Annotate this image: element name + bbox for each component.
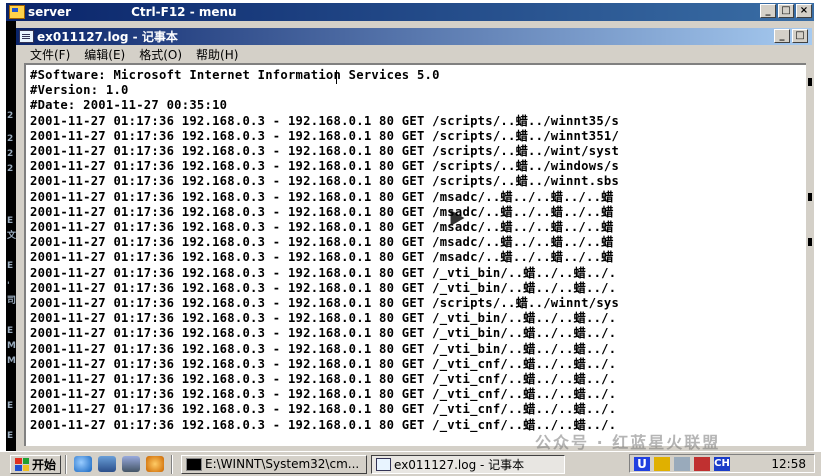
log-header-line: #Version: 1.0 — [30, 83, 129, 98]
outer-window-title-bar[interactable]: server Ctrl-F12 - menu _ □ × — [6, 3, 814, 21]
log-line: 2001-11-27 01:17:36 192.168.0.3 - 192.16… — [30, 144, 620, 158]
log-line: 2001-11-27 01:17:36 192.168.0.3 - 192.16… — [30, 265, 617, 280]
watermark-text: 公众号 · 红蓝星火联盟 — [535, 433, 721, 452]
edge-mark — [808, 238, 812, 246]
console-char: E — [7, 261, 14, 271]
notepad-maximize-button[interactable]: □ — [792, 29, 808, 43]
log-line: 2001-11-27 01:17:36 192.168.0.3 - 192.16… — [30, 326, 617, 341]
outer-window-title: server — [28, 5, 72, 19]
console-char: 2 — [7, 149, 14, 159]
log-line: 2001-11-27 01:17:36 192.168.0.3 - 192.16… — [30, 356, 617, 371]
text-caret — [336, 70, 337, 84]
start-label: 开始 — [32, 457, 57, 472]
log-line: 2001-11-27 01:17:36 192.168.0.3 - 192.16… — [30, 250, 614, 265]
console-icon — [186, 457, 203, 471]
windows-logo-icon — [15, 457, 29, 471]
outer-window-controls: _ □ × — [760, 4, 812, 18]
internet-explorer-icon[interactable] — [74, 456, 93, 472]
notepad-text-area[interactable]: 2001-11-27 01:17:36 192.168.0.3 - 192.16… — [24, 63, 806, 446]
notepad-title: ex011127.log - 记事本 — [37, 30, 178, 44]
background-console-strip: 2 2 2 2 E 文 E ' 司 E M M E E — [6, 21, 16, 451]
task-button-notepad[interactable]: ex011127.log - 记事本 — [371, 454, 566, 474]
log-line: 2001-11-27 01:17:36 192.168.0.3 - 192.16… — [30, 113, 620, 128]
system-tray: U CH 12:58 — [629, 454, 815, 473]
log-line: 2001-11-27 01:17:36 192.168.0.3 - 192.16… — [30, 311, 617, 326]
taskbar: 开始 E:\WINNT\System32\cm... ex011127.log … — [0, 451, 821, 476]
log-line: 2001-11-27 01:17:36 192.168.0.3 - 192.16… — [30, 280, 617, 295]
menu-help[interactable]: 帮助(H) — [196, 46, 238, 63]
notepad-menu-bar: 文件(F) 编辑(E) 格式(O) 帮助(H) — [16, 45, 812, 63]
outer-maximize-button[interactable]: □ — [778, 4, 794, 18]
log-line: 2001-11-27 01:17:36 192.168.0.3 - 192.16… — [30, 417, 617, 432]
edge-mark — [808, 193, 812, 201]
media-player-icon[interactable] — [146, 456, 165, 472]
start-button[interactable]: 开始 — [10, 454, 62, 474]
outer-minimize-button[interactable]: _ — [760, 4, 776, 18]
taskbar-separator — [65, 454, 68, 474]
security-icon[interactable] — [694, 456, 710, 471]
task-label: E:\WINNT\System32\cm... — [205, 457, 360, 471]
background-window-edge — [806, 63, 814, 446]
notepad-title-bar[interactable]: ex011127.log - 记事本 _ □ — [16, 28, 812, 45]
console-char: E — [7, 431, 14, 441]
server-app-icon[interactable] — [9, 5, 25, 19]
network-icon[interactable] — [674, 456, 690, 471]
taskbar-separator — [171, 454, 174, 474]
console-char: M — [7, 341, 16, 351]
console-char: E — [7, 326, 14, 336]
outlook-express-icon[interactable] — [122, 456, 141, 472]
log-line: 2001-11-27 01:17:36 192.168.0.3 - 192.16… — [30, 128, 620, 143]
console-char: 司 — [7, 296, 17, 306]
log-header-line: #Date: 2001-11-27 00:35:10 — [30, 98, 228, 113]
console-char: 2 — [7, 164, 14, 174]
log-line: 2001-11-27 01:17:36 192.168.0.3 - 192.16… — [30, 387, 617, 402]
taskbar-clock[interactable]: 12:58 — [771, 457, 806, 471]
menu-file[interactable]: 文件(F) — [30, 46, 70, 63]
log-line: 2001-11-27 01:17:36 192.168.0.3 - 192.16… — [30, 220, 614, 234]
menu-format[interactable]: 格式(O) — [139, 46, 182, 63]
log-line: 2001-11-27 01:17:36 192.168.0.3 - 192.16… — [30, 402, 617, 417]
notepad-window-controls: _ □ — [774, 29, 808, 43]
log-line: 2001-11-27 01:17:36 192.168.0.3 - 192.16… — [30, 159, 620, 174]
menu-edit[interactable]: 编辑(E) — [84, 46, 125, 63]
outer-close-button[interactable]: × — [796, 4, 812, 18]
outer-window-hint: Ctrl-F12 - menu — [131, 5, 237, 19]
ime-indicator-icon[interactable]: U — [634, 456, 650, 471]
console-char: ' — [7, 281, 10, 291]
edge-mark — [808, 78, 812, 86]
console-char: E — [7, 216, 14, 226]
task-label: ex011127.log - 记事本 — [394, 457, 525, 472]
log-line: 2001-11-27 01:17:36 192.168.0.3 - 192.16… — [30, 189, 614, 204]
console-char: 文 — [7, 231, 17, 241]
show-desktop-icon[interactable] — [98, 456, 117, 472]
notepad-minimize-button[interactable]: _ — [774, 29, 790, 43]
log-line: 2001-11-27 01:17:36 192.168.0.3 - 192.16… — [30, 296, 620, 310]
log-line: 2001-11-27 01:17:36 192.168.0.3 - 192.16… — [30, 372, 617, 386]
console-char: 2 — [7, 134, 14, 144]
language-indicator[interactable]: CH — [714, 456, 730, 471]
log-line: 2001-11-27 01:17:36 192.168.0.3 - 192.16… — [30, 204, 614, 219]
task-button-cmd[interactable]: E:\WINNT\System32\cm... — [181, 454, 368, 474]
notepad-task-icon — [376, 457, 392, 471]
console-char: 2 — [7, 111, 14, 121]
ime-toolbar-icon[interactable] — [654, 456, 670, 471]
console-char: E — [7, 401, 14, 411]
notepad-icon[interactable] — [19, 30, 34, 43]
log-line: 2001-11-27 01:17:36 192.168.0.3 - 192.16… — [30, 341, 617, 356]
log-header-line: #Software: Microsoft Internet Informatio… — [30, 68, 440, 82]
log-line: 2001-11-27 01:17:36 192.168.0.3 - 192.16… — [30, 174, 620, 189]
console-char: M — [7, 356, 16, 366]
log-line: 2001-11-27 01:17:36 192.168.0.3 - 192.16… — [30, 235, 614, 250]
